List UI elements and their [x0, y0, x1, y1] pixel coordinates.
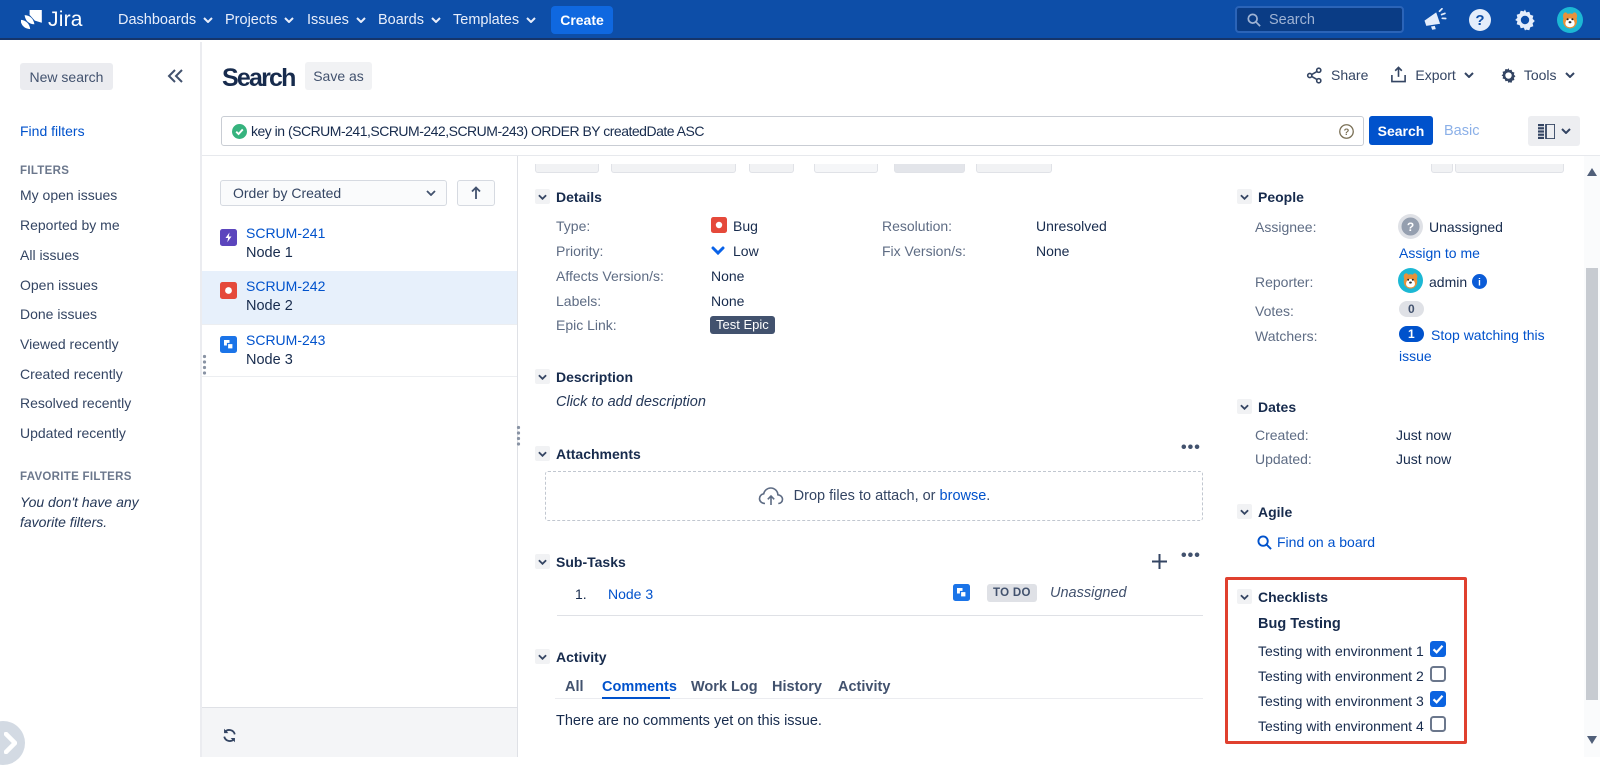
svg-text:?: ?: [1344, 126, 1350, 136]
svg-text:?: ?: [1475, 12, 1484, 29]
svg-text:i: i: [1478, 277, 1481, 288]
svg-text:?: ?: [1407, 220, 1414, 234]
